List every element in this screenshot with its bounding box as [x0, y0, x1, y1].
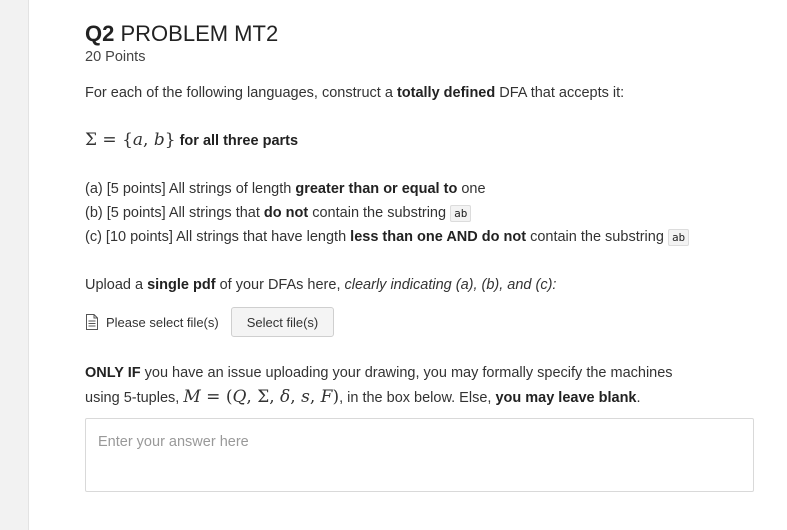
part-b: (b) [5 points] All strings that do not c… [85, 205, 472, 222]
tuple-math: M = (Q, Σ, δ, s, F) [183, 387, 340, 407]
part-c-substring: ab [667, 229, 690, 246]
alphabet-line: Σ = {a, b} for all three parts [85, 130, 298, 150]
upload-instructions: Upload a single pdf of your DFAs here, c… [85, 277, 556, 293]
part-b-substring: ab [450, 205, 472, 222]
part-a-post: one [457, 181, 486, 197]
answer-textarea[interactable]: Enter your answer here [85, 418, 754, 492]
question-panel: Q2 PROBLEM MT2 20 Points For each of the… [28, 0, 787, 530]
answer-placeholder: Enter your answer here [98, 434, 249, 450]
fallback-text-2-pre: using 5-tuples, [85, 390, 184, 406]
intro-bold: totally defined [396, 85, 496, 101]
fallback-line-2: using 5-tuples, M = (Q, Σ, δ, s, F), in … [85, 387, 641, 407]
part-a: (a) [5 points] All strings of length gre… [85, 181, 486, 197]
fallback-text-1: you have an issue uploading your drawing… [140, 365, 673, 381]
part-a-bold: greater than or equal to [295, 181, 458, 197]
upload-bold: single pdf [147, 277, 216, 293]
fallback-text-2-post: , in the box below. Else, [339, 390, 496, 406]
upload-mid: of your DFAs here, [215, 277, 345, 293]
part-c-pre: (c) [10 points] All strings that have le… [85, 229, 351, 245]
question-heading: Q2 PROBLEM MT2 [85, 21, 278, 47]
fallback-line-1: ONLY IF you have an issue uploading your… [85, 365, 673, 381]
question-title: PROBLEM MT2 [120, 21, 279, 46]
part-b-bold: do not [263, 205, 309, 221]
intro-text: For each of the following languages, con… [85, 85, 624, 101]
fallback-end: . [636, 390, 641, 406]
upload-italic: clearly indicating (a), (b), and (c): [344, 277, 557, 293]
file-icon [85, 314, 99, 330]
alphabet-math: Σ = {a, b} [85, 130, 176, 150]
fallback-bold-leave-blank: you may leave blank [495, 390, 637, 406]
file-upload-status: Please select file(s) [106, 314, 219, 330]
fallback-bold-only-if: ONLY IF [85, 365, 141, 381]
file-upload-row: Please select file(s) Select file(s) [85, 306, 335, 338]
part-b-pre: (b) [5 points] All strings that [85, 205, 264, 221]
alphabet-note: for all three parts [179, 133, 299, 149]
intro-pre: For each of the following languages, con… [85, 85, 397, 101]
intro-post: DFA that accepts it: [495, 85, 625, 101]
part-b-post: contain the substring [308, 205, 451, 221]
question-number: Q2 [85, 21, 115, 46]
part-c: (c) [10 points] All strings that have le… [85, 229, 690, 246]
question-points: 20 Points [85, 49, 146, 65]
part-c-bold: less than one AND do not [350, 229, 527, 245]
upload-pre: Upload a [85, 277, 148, 293]
select-files-button[interactable]: Select file(s) [230, 307, 335, 337]
part-c-post: contain the substring [526, 229, 668, 245]
part-a-pre: (a) [5 points] All strings of length [85, 181, 296, 197]
